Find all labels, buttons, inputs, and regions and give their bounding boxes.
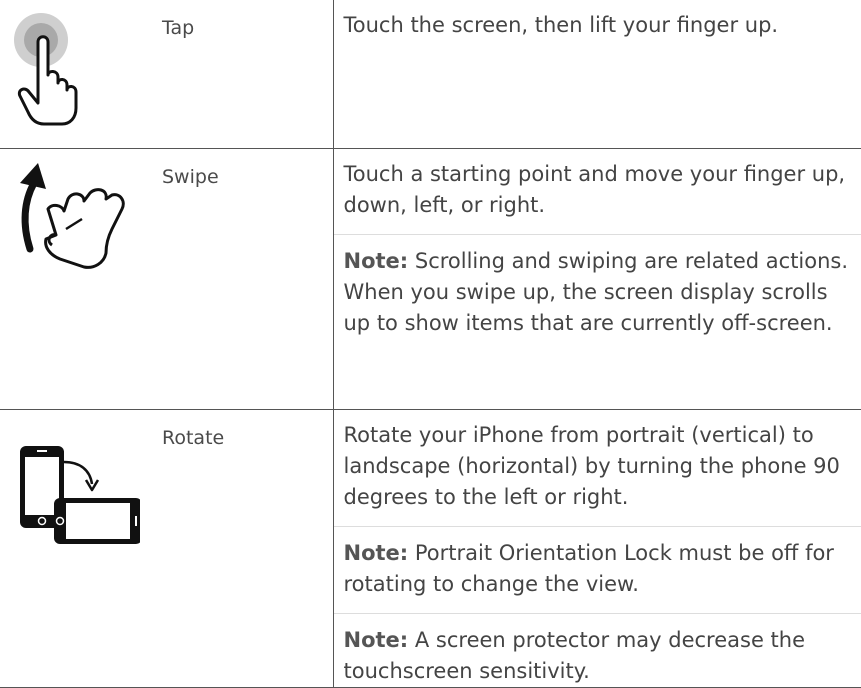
gesture-description-cell: Touch the screen, then lift your finger … <box>333 0 861 149</box>
gesture-description: Rotate your iPhone from portrait (vertic… <box>334 410 861 513</box>
gesture-icon-cell <box>0 0 140 149</box>
gesture-description: Touch a starting point and move your fin… <box>334 149 861 221</box>
gesture-name: Rotate <box>140 410 333 688</box>
gesture-description-cell: Rotate your iPhone from portrait (vertic… <box>333 410 861 688</box>
gesture-name: Swipe <box>140 149 333 410</box>
gesture-description: Touch the screen, then lift your finger … <box>334 0 861 41</box>
note-label: Note: <box>344 628 409 652</box>
note-label: Note: <box>344 249 409 273</box>
gesture-row-rotate: Rotate Rotate your iPhone from portrait … <box>0 410 861 688</box>
gesture-description-cell: Touch a starting point and move your fin… <box>333 149 861 410</box>
rotate-phone-icon <box>0 410 140 640</box>
note-text: Scrolling and swiping are related action… <box>344 249 849 335</box>
gesture-icon-cell <box>0 149 140 410</box>
tap-gesture-icon <box>0 0 140 133</box>
gesture-table: Tap Touch the screen, then lift your fin… <box>0 0 861 688</box>
note-text: A screen protector may decrease the touc… <box>344 628 806 683</box>
note-label: Note: <box>344 541 409 565</box>
gesture-note: Note: Scrolling and swiping are related … <box>334 234 861 339</box>
swipe-gesture-icon <box>0 149 140 394</box>
gesture-name: Tap <box>140 0 333 149</box>
gesture-note: Note: Portrait Orientation Lock must be … <box>334 526 861 600</box>
gesture-note: Note: A screen protector may decrease th… <box>334 613 861 687</box>
note-text: Portrait Orientation Lock must be off fo… <box>344 541 834 596</box>
gesture-row-tap: Tap Touch the screen, then lift your fin… <box>0 0 861 149</box>
gesture-row-swipe: Swipe Touch a starting point and move yo… <box>0 149 861 410</box>
gesture-icon-cell <box>0 410 140 688</box>
